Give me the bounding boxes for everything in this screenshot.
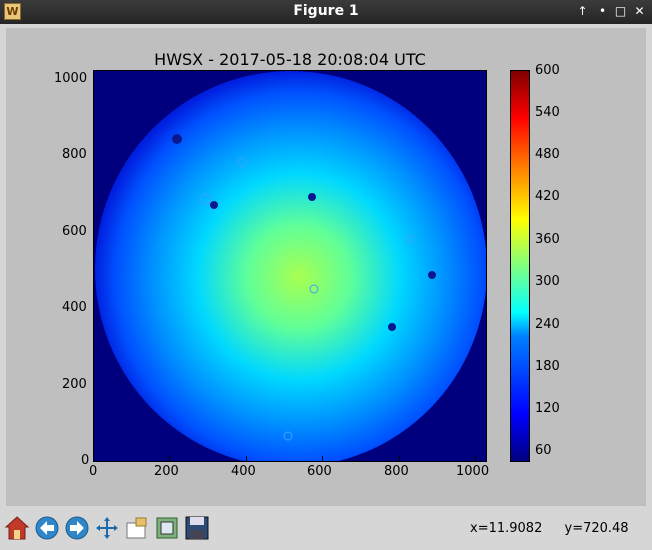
colorbar-tick-label: 300 — [535, 274, 560, 289]
arrow-right-icon — [65, 516, 89, 540]
x-tick-label: 600 — [307, 464, 332, 479]
cursor-y: y=720.48 — [564, 521, 629, 536]
cursor-x: x=11.9082 — [470, 521, 543, 536]
y-tick-label: 0 — [81, 453, 90, 468]
colorbar-tick-label: 240 — [535, 317, 560, 332]
x-tick-label: 800 — [384, 464, 409, 479]
y-tick-label: 1000 — [54, 71, 88, 86]
home-button[interactable] — [4, 515, 30, 541]
colorbar — [510, 70, 530, 462]
zoom-rect-icon — [126, 517, 147, 539]
x-tick-label: 400 — [231, 464, 256, 479]
home-icon — [4, 516, 30, 540]
close-icon[interactable]: ✕ — [631, 3, 648, 20]
y-tick-label: 600 — [62, 224, 87, 239]
maximize-icon[interactable]: □ — [612, 3, 629, 20]
colorbar-tick-label: 360 — [535, 232, 560, 247]
save-icon — [185, 516, 209, 540]
image-plot[interactable] — [93, 70, 487, 462]
colorbar-tick-label: 180 — [535, 359, 560, 374]
colorbar-tick-label: 600 — [535, 63, 560, 78]
y-tick-label: 200 — [62, 377, 87, 392]
figure-canvas[interactable]: HWSX - 2017-05-18 20:08:04 UTC 0 200 400… — [6, 28, 646, 506]
colorbar-tick-label: 420 — [535, 189, 560, 204]
colorbar-tick-label: 480 — [535, 147, 560, 162]
forward-button[interactable] — [64, 515, 90, 541]
plot-title: HWSX - 2017-05-18 20:08:04 UTC — [154, 50, 426, 69]
save-button[interactable] — [184, 515, 210, 541]
y-tick-label: 800 — [62, 147, 87, 162]
cursor-coordinates: x=11.9082 y=720.48 — [470, 521, 647, 536]
y-tick-label: 400 — [62, 300, 87, 315]
solar-disk-image — [94, 71, 486, 461]
move-icon — [96, 517, 118, 539]
minimize-up-icon[interactable]: ↑ — [574, 3, 591, 20]
zoom-button[interactable] — [124, 515, 150, 541]
title-bar: W Figure 1 ↑ • □ ✕ — [0, 0, 652, 24]
x-tick-label: 200 — [154, 464, 179, 479]
subplots-icon — [156, 517, 178, 539]
x-tick-label: 1000 — [456, 464, 490, 479]
arrow-left-icon — [35, 516, 59, 540]
colorbar-tick-label: 120 — [535, 401, 560, 416]
pan-button[interactable] — [94, 515, 120, 541]
back-button[interactable] — [34, 515, 60, 541]
minimize-icon[interactable]: • — [594, 3, 611, 20]
subplots-button[interactable] — [154, 515, 180, 541]
colorbar-tick-label: 60 — [535, 443, 552, 458]
window-title: Figure 1 — [293, 3, 359, 19]
x-tick-label: 0 — [89, 464, 98, 479]
colorbar-tick-label: 540 — [535, 105, 560, 120]
